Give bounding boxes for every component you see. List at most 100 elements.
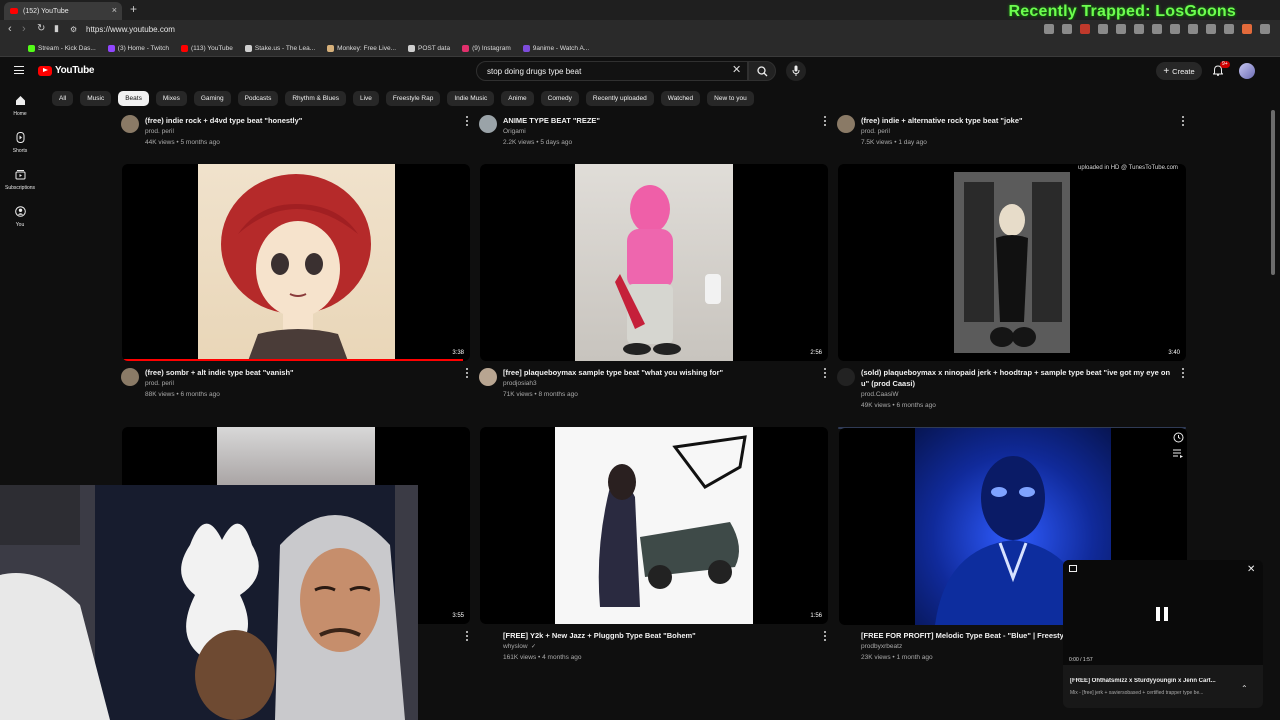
extension-icon[interactable] (1242, 24, 1252, 34)
account-avatar[interactable] (1239, 63, 1255, 79)
create-button[interactable]: + Create (1156, 62, 1202, 80)
miniplayer-title[interactable]: [FREE] Ohthatsmizz x Sturdyyoungin x Jen… (1070, 678, 1240, 684)
video-title-line-2[interactable]: u" (prod Caasi) (861, 379, 915, 389)
more-options-icon[interactable] (1181, 368, 1184, 378)
extension-icon[interactable] (1152, 24, 1162, 34)
channel-avatar[interactable] (121, 368, 139, 386)
reload-icon[interactable]: ↻ (37, 23, 45, 34)
filter-chip[interactable]: Comedy (540, 91, 579, 106)
watch-later-clock-icon[interactable] (1173, 432, 1184, 443)
add-to-queue-icon[interactable] (1173, 449, 1184, 459)
video-title[interactable]: ANIME TYPE BEAT "REZE" (503, 116, 600, 126)
filter-chip[interactable]: Podcasts (237, 91, 279, 106)
miniplayer[interactable]: ✕ 0:00 / 1:57 [FREE] Ohthatsmizz x Sturd… (1063, 560, 1263, 708)
channel-name[interactable]: prod.CaasiW (861, 391, 899, 398)
extension-icon[interactable] (1116, 24, 1126, 34)
video-title[interactable]: (free) sombr + alt indie type beat "vani… (145, 368, 294, 378)
bookmark-item[interactable]: Monkey: Free Live... (327, 44, 396, 52)
chevron-up-icon[interactable]: ⌃ (1241, 684, 1248, 693)
voice-search-button[interactable] (786, 61, 806, 81)
video-thumbnail[interactable]: 3:38 (122, 164, 470, 361)
video-title[interactable]: (free) indie + alternative rock type bea… (861, 116, 1023, 126)
pause-icon[interactable] (1156, 607, 1168, 621)
search-button[interactable] (748, 61, 776, 81)
video-title[interactable]: (sold) plaqueboymax x ninopaid jerk + ho… (861, 368, 1170, 378)
page-scrollbar[interactable] (1271, 110, 1275, 275)
channel-avatar[interactable] (837, 115, 855, 133)
video-title[interactable]: (free) indie rock + d4vd type beat "hone… (145, 116, 302, 126)
channel-name[interactable]: prod. peril (861, 128, 890, 135)
more-options-icon[interactable] (465, 116, 468, 126)
more-options-icon[interactable] (823, 631, 826, 641)
extension-icon[interactable] (1134, 24, 1144, 34)
expand-player-icon[interactable] (1069, 565, 1077, 572)
browser-tab-youtube[interactable]: (152) YouTube × (4, 2, 122, 20)
bookmark-item[interactable]: Stake.us - The Lea... (244, 44, 315, 52)
hamburger-menu-icon[interactable] (14, 66, 24, 74)
extension-icon[interactable] (1224, 24, 1234, 34)
sidebar-item-shorts[interactable]: Shorts (0, 132, 40, 154)
filter-chip[interactable]: Indie Music (447, 91, 495, 106)
bookmark-item[interactable]: Stream - Kick Das... (28, 44, 96, 52)
channel-name[interactable]: whyslow (503, 643, 528, 650)
video-title[interactable]: [FREE] Y2k + New Jazz + Pluggnb Type Bea… (503, 631, 696, 641)
bookmark-item[interactable]: 9anime - Watch A... (522, 44, 589, 52)
channel-avatar[interactable] (479, 115, 497, 133)
filter-chip[interactable]: All (52, 91, 74, 106)
tab-close-icon[interactable]: × (112, 5, 117, 15)
filter-chip[interactable]: Live (352, 91, 379, 106)
video-title[interactable]: [free] plaqueboymax sample type beat "wh… (503, 368, 723, 378)
browser-menu-icon[interactable] (1260, 24, 1270, 34)
filter-chip[interactable]: Freestyle Rap (385, 91, 441, 106)
site-info-icon[interactable]: ⚙ (70, 25, 77, 34)
filter-chip[interactable]: Mixes (155, 91, 187, 106)
extension-icon[interactable] (1206, 24, 1216, 34)
bookmark-item[interactable]: (3) Home - Twitch (107, 44, 169, 52)
video-title[interactable]: [FREE FOR PROFIT] Melodic Type Beat - "B… (861, 631, 1070, 641)
more-options-icon[interactable] (465, 631, 468, 641)
extension-icon[interactable] (1098, 24, 1108, 34)
video-thumbnail[interactable]: 2:56 (480, 164, 828, 361)
bookmark-item[interactable]: (9) Instagram (462, 44, 511, 52)
back-arrow-icon[interactable]: ‹ (8, 23, 12, 35)
more-options-icon[interactable] (823, 368, 826, 378)
channel-name[interactable]: prodjosiah3 (503, 380, 537, 387)
filter-chip[interactable]: Anime (501, 91, 534, 106)
sidebar-item-home[interactable]: Home (0, 95, 40, 117)
video-thumbnail[interactable]: 3:40 (838, 164, 1186, 361)
bookmark-item[interactable]: POST data (408, 44, 450, 52)
filter-chip[interactable]: Gaming (193, 91, 231, 106)
extension-icon[interactable] (1188, 24, 1198, 34)
channel-avatar[interactable] (479, 368, 497, 386)
channel-avatar[interactable] (121, 115, 139, 133)
filter-chip[interactable]: Music (80, 91, 112, 106)
video-card[interactable] (838, 427, 1187, 625)
filter-chip[interactable]: Rhythm & Blues (285, 91, 346, 106)
extension-icon[interactable] (1170, 24, 1180, 34)
extension-icon[interactable] (1062, 24, 1072, 34)
clear-search-icon[interactable]: ✕ (732, 63, 741, 76)
extension-icon[interactable] (1044, 24, 1054, 34)
more-options-icon[interactable] (1181, 116, 1184, 126)
filter-chip[interactable]: Recently uploaded (585, 91, 654, 106)
extension-icon[interactable] (1080, 24, 1090, 34)
url-field[interactable]: https://www.youtube.com (86, 25, 175, 34)
channel-name[interactable]: prod. peril (145, 380, 174, 387)
forward-arrow-icon[interactable]: › (22, 23, 26, 35)
channel-avatar[interactable] (837, 368, 855, 386)
sidebar-item-subscriptions[interactable]: Subscriptions (0, 169, 40, 191)
video-thumbnail[interactable]: 1:56 (480, 427, 828, 624)
channel-name[interactable]: prod. peril (145, 128, 174, 135)
youtube-logo[interactable]: YouTube (38, 65, 95, 76)
new-tab-button[interactable]: + (130, 2, 137, 16)
more-options-icon[interactable] (823, 116, 826, 126)
sidebar-item-you[interactable]: You (0, 206, 40, 228)
filter-chip[interactable]: New to you (707, 91, 754, 106)
bookmark-item[interactable]: (113) YouTube (180, 44, 233, 52)
channel-name[interactable]: Origami (503, 128, 526, 135)
more-options-icon[interactable] (465, 368, 468, 378)
filter-chip[interactable]: Watched (660, 91, 701, 106)
filter-chip[interactable]: Beats (118, 91, 149, 106)
channel-name[interactable]: prodbyxrbeatz (861, 643, 902, 650)
search-input[interactable]: stop doing drugs type beat (476, 61, 748, 81)
